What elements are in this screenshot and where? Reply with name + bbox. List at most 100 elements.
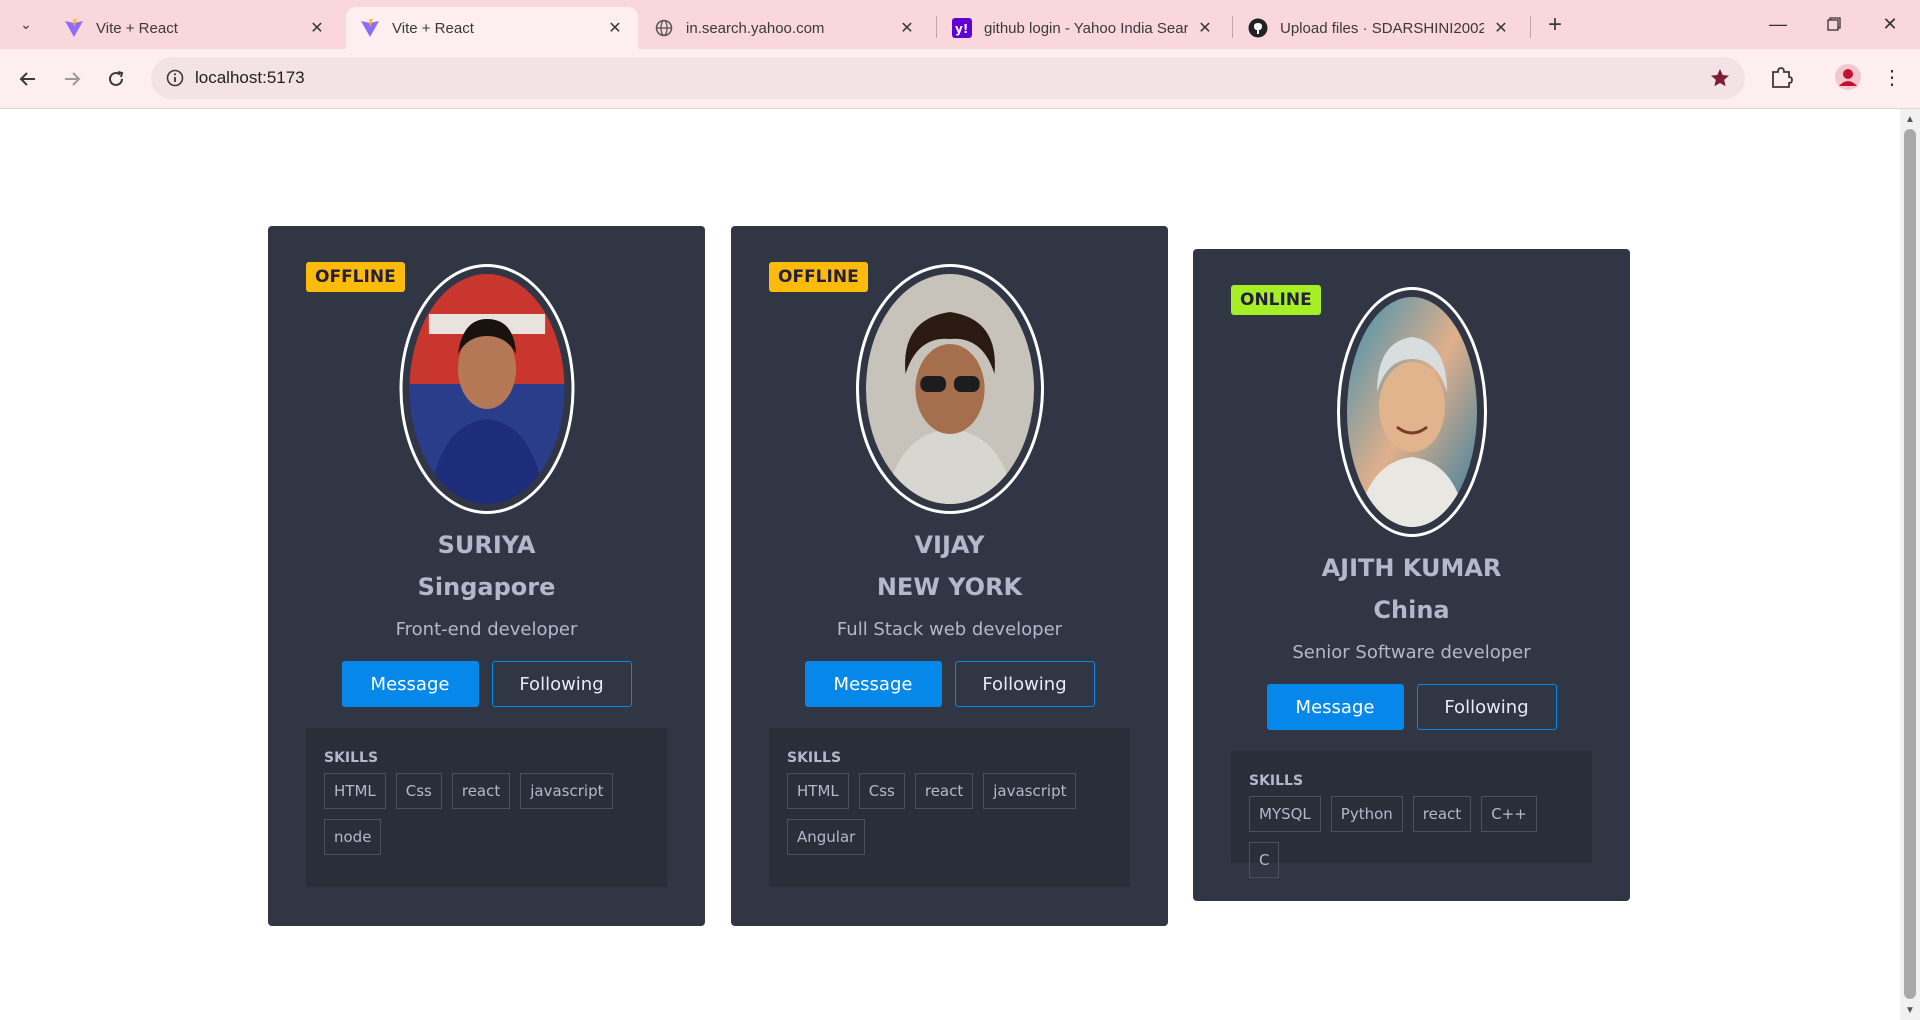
scroll-up-arrow-icon[interactable]: ▲ [1904, 113, 1916, 125]
user-name: SURIYA [437, 531, 536, 559]
tab-yahoo-github-login[interactable]: y! github login - Yahoo India Sear ✕ [938, 7, 1228, 49]
user-city: Singapore [417, 573, 556, 601]
extensions-puzzle-icon[interactable] [1768, 64, 1794, 90]
yahoo-icon: y! [952, 18, 972, 38]
browser-toolbar: localhost:5173 ⋮ [0, 49, 1920, 109]
message-button[interactable]: Message [1266, 684, 1404, 730]
user-card: OFFLINE SURIYA Singapore Front-end devel… [268, 226, 705, 926]
user-city: NEW YORK [876, 573, 1023, 601]
skill-tag: react [451, 773, 511, 809]
user-name: VIJAY [914, 531, 985, 559]
tab-search-chevron-icon[interactable]: ⌄ [14, 12, 38, 36]
skill-tag: Angular [787, 819, 866, 855]
close-tab-icon[interactable]: ✕ [606, 19, 624, 37]
status-badge: ONLINE [1231, 285, 1321, 315]
skill-tag: Css [395, 773, 442, 809]
skills-heading: SKILLS [1249, 773, 1304, 789]
user-card: ONLINE AJITH KUMAR China Senior Software [1193, 249, 1630, 901]
skill-tag: C [1249, 842, 1280, 878]
tab-yahoo-search[interactable]: in.search.yahoo.com ✕ [640, 7, 930, 49]
skill-tag: Python [1330, 796, 1403, 832]
vertical-scrollbar[interactable]: ▲ ▼ [1900, 109, 1920, 1020]
globe-icon [654, 18, 674, 38]
skill-list: HTML Css react javascript Angular [787, 773, 1112, 855]
card-actions: Message Following [731, 661, 1168, 707]
scroll-down-arrow-icon[interactable]: ▼ [1904, 1004, 1916, 1016]
profile-photo [865, 274, 1034, 504]
skill-list: MYSQL Python react C++ C [1249, 796, 1574, 878]
following-button[interactable]: Following [954, 661, 1095, 707]
skills-panel: SKILLS HTML Css react javascript Angular [769, 728, 1130, 887]
back-arrow-icon[interactable] [12, 63, 44, 95]
tab-separator [936, 16, 937, 38]
skill-tag: react [1412, 796, 1472, 832]
skills-heading: SKILLS [787, 750, 842, 766]
tab-title: Vite + React [96, 19, 178, 37]
scrollbar-thumb[interactable] [1904, 129, 1916, 999]
reload-icon[interactable] [100, 63, 132, 95]
user-city: China [1373, 596, 1450, 624]
avatar [399, 264, 574, 514]
close-tab-icon[interactable]: ✕ [1492, 19, 1510, 37]
following-button[interactable]: Following [491, 661, 632, 707]
message-button[interactable]: Message [341, 661, 479, 707]
skills-panel: SKILLS MYSQL Python react C++ C [1231, 751, 1592, 878]
browser-menu-icon[interactable]: ⋮ [1880, 63, 1904, 91]
forward-arrow-icon[interactable] [56, 63, 88, 95]
skill-tag: MYSQL [1249, 796, 1321, 832]
profile-photo [1346, 297, 1477, 527]
tab-title: Vite + React [392, 19, 474, 37]
svg-text:y!: y! [955, 22, 968, 36]
new-tab-button[interactable]: + [1540, 11, 1570, 38]
skill-tag: node [324, 819, 382, 855]
close-window-icon[interactable]: ✕ [1870, 10, 1910, 38]
tab-vite-react-2[interactable]: Vite + React ✕ [346, 7, 638, 49]
avatar [855, 264, 1044, 514]
tab-vite-react-1[interactable]: Vite + React ✕ [50, 7, 340, 49]
status-badge: OFFLINE [306, 262, 405, 292]
profile-photo [409, 274, 564, 504]
tab-title: Upload files · SDARSHINI2002/ [1280, 19, 1484, 37]
skill-list: HTML Css react javascript node [324, 773, 649, 855]
close-tab-icon[interactable]: ✕ [308, 19, 326, 37]
tab-title: in.search.yahoo.com [686, 19, 825, 37]
skill-tag: HTML [324, 773, 386, 809]
address-url[interactable]: localhost:5173 [195, 68, 305, 88]
github-icon [1248, 18, 1268, 38]
following-button[interactable]: Following [1416, 684, 1557, 730]
tab-separator [1232, 16, 1233, 38]
profile-avatar-icon[interactable] [1834, 63, 1862, 91]
user-name: AJITH KUMAR [1321, 554, 1502, 582]
skill-tag: Css [858, 773, 905, 809]
bookmark-star-icon[interactable] [1709, 67, 1731, 89]
user-role: Senior Software developer [1292, 642, 1531, 663]
tab-separator [1530, 16, 1531, 38]
close-tab-icon[interactable]: ✕ [898, 19, 916, 37]
site-info-icon[interactable] [165, 68, 185, 88]
close-tab-icon[interactable]: ✕ [1196, 19, 1214, 37]
tab-strip: ⌄ Vite + React ✕ Vite + React ✕ in.searc… [0, 0, 1920, 49]
user-role: Full Stack web developer [836, 619, 1063, 640]
skill-tag: javascript [983, 773, 1077, 809]
skills-heading: SKILLS [324, 750, 379, 766]
status-badge: OFFLINE [769, 262, 868, 292]
message-button[interactable]: Message [804, 661, 942, 707]
skill-tag: C++ [1481, 796, 1537, 832]
minimize-window-icon[interactable]: — [1758, 10, 1798, 38]
skill-tag: HTML [787, 773, 849, 809]
page-viewport: OFFLINE SURIYA Singapore Front-end devel… [0, 109, 1900, 1020]
tab-github-upload[interactable]: Upload files · SDARSHINI2002/ ✕ [1234, 7, 1524, 49]
card-actions: Message Following [1193, 684, 1630, 730]
vite-icon [360, 18, 380, 38]
restore-window-icon[interactable] [1814, 10, 1854, 38]
skill-tag: react [914, 773, 974, 809]
skill-tag: javascript [520, 773, 614, 809]
user-role: Front-end developer [395, 619, 578, 640]
vite-icon [64, 18, 84, 38]
user-card: OFFLINE VIJAY NEW YORK Full Stack web de… [731, 226, 1168, 926]
address-bar[interactable]: localhost:5173 [151, 57, 1745, 99]
avatar [1336, 287, 1487, 537]
card-actions: Message Following [268, 661, 705, 707]
tab-title: github login - Yahoo India Sear [984, 19, 1188, 37]
skills-panel: SKILLS HTML Css react javascript node [306, 728, 667, 887]
